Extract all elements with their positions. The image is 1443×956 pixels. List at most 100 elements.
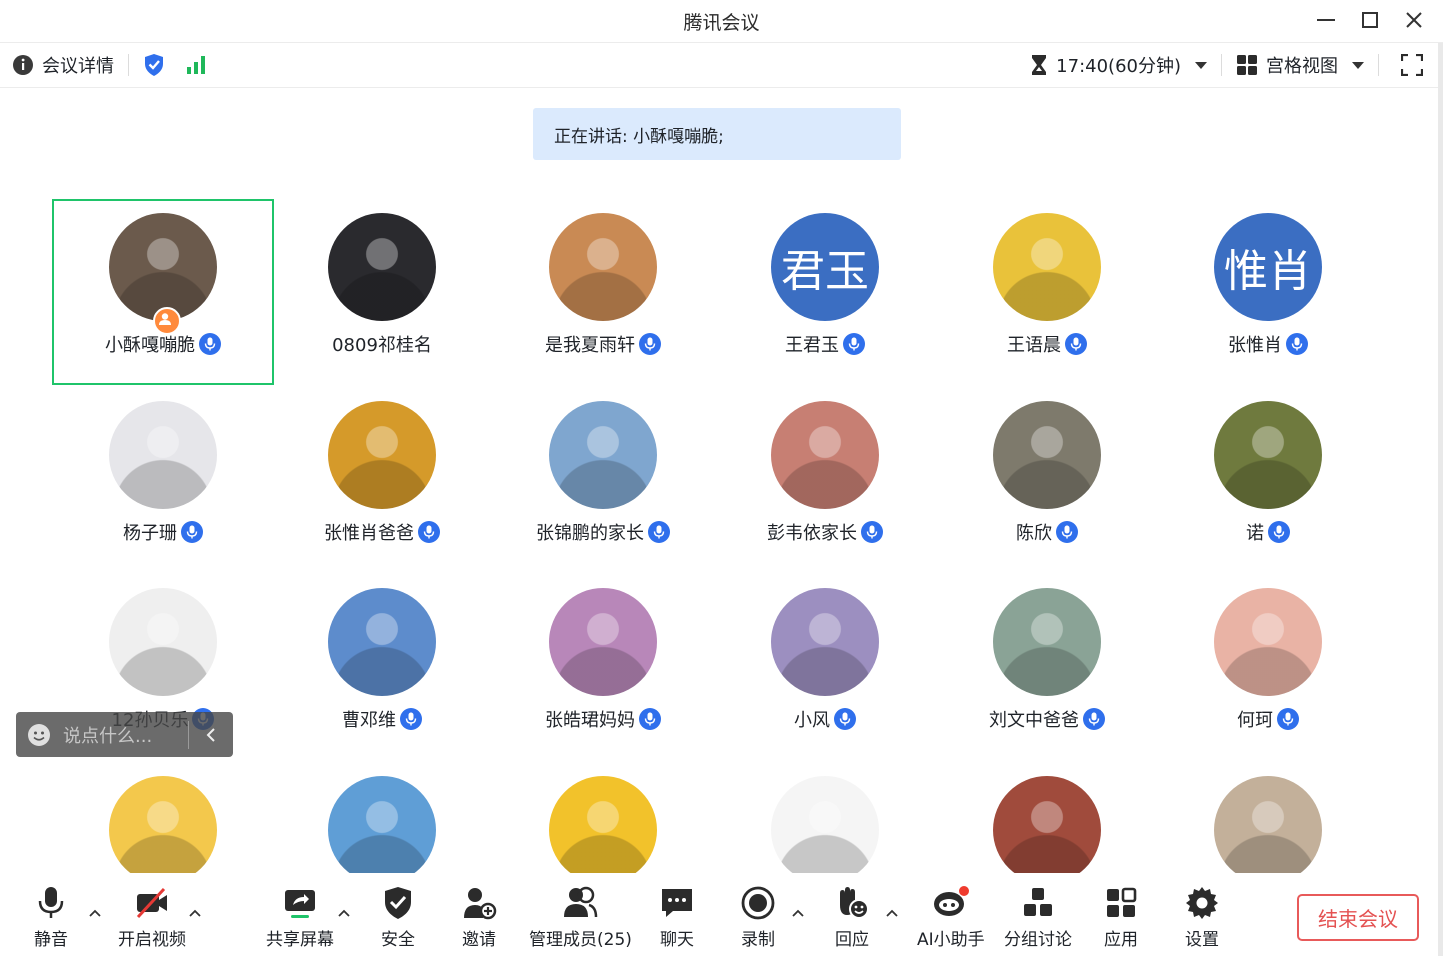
chevron-up-icon[interactable]	[188, 906, 202, 920]
settings-label: 设置	[1185, 930, 1219, 950]
minimize-button[interactable]	[1310, 6, 1342, 34]
signal-strength-icon[interactable]	[185, 54, 207, 76]
participant-tile[interactable]: 小酥嘎嘣脆	[52, 199, 274, 385]
chevron-up-icon[interactable]	[337, 906, 351, 920]
members-icon	[564, 886, 598, 918]
maximize-button[interactable]	[1354, 6, 1386, 34]
participant-tile[interactable]: 0809祁桂名	[271, 199, 493, 385]
participant-tile[interactable]: 君玉王君玉	[714, 199, 936, 385]
participant-name-row: 小风	[714, 706, 936, 732]
chat-button[interactable]: 聊天	[659, 885, 695, 950]
avatar	[1214, 776, 1322, 884]
mute-button[interactable]: 静音	[33, 885, 69, 950]
participant-name-row: 张皓珺妈妈	[492, 706, 714, 732]
participant-tile[interactable]: 张惟肖爸爸	[271, 387, 493, 573]
microphone-status-icon	[834, 708, 856, 730]
ai-assistant-button[interactable]: AI小助手	[917, 885, 985, 950]
microphone-status-icon	[861, 521, 883, 543]
window-title: 腾讯会议	[683, 12, 760, 34]
chevron-up-icon[interactable]	[88, 906, 102, 920]
manage-members-button[interactable]: 管理成员(25)	[529, 885, 632, 950]
close-button[interactable]	[1398, 6, 1430, 34]
participant-tile[interactable]: 何珂	[1157, 574, 1379, 760]
participant-name-row: 王语晨	[936, 331, 1158, 357]
end-meeting-button[interactable]: 结束会议	[1297, 894, 1419, 941]
participant-tile[interactable]: 王语晨	[936, 199, 1158, 385]
participant-name-row: 陈欣	[936, 519, 1158, 545]
security-button[interactable]: 安全	[380, 885, 416, 950]
view-mode-selector[interactable]: 宫格视图	[1236, 52, 1364, 78]
participant-name: 是我夏雨轩	[545, 335, 635, 356]
quick-chat-box[interactable]: 说点什么...	[16, 712, 233, 757]
participant-tile[interactable]: 惟肖 张惟肖	[1157, 199, 1379, 385]
chevron-up-icon[interactable]	[791, 906, 805, 920]
chevron-up-icon[interactable]	[885, 906, 899, 920]
avatar	[549, 213, 657, 321]
divider	[1221, 54, 1222, 76]
apps-button[interactable]: 应用	[1103, 885, 1139, 950]
ai-assistant-label: AI小助手	[917, 930, 985, 950]
microphone-status-icon	[418, 521, 440, 543]
react-button[interactable]: 回应	[834, 885, 870, 950]
avatar	[771, 588, 879, 696]
participant-name: 小酥嘎嘣脆	[105, 335, 195, 356]
hand-emoji-icon	[840, 887, 869, 919]
avatar	[993, 588, 1101, 696]
chevron-down-icon	[1352, 61, 1364, 69]
settings-button[interactable]: 设置	[1184, 885, 1220, 950]
participant-tile[interactable]: 诺	[1157, 387, 1379, 573]
breakout-rooms-icon	[1024, 888, 1052, 916]
participant-tile[interactable]: 是我夏雨轩	[492, 199, 714, 385]
participant-tile[interactable]: 杨子珊	[52, 387, 274, 573]
participant-name-row: 彭韦依家长	[714, 519, 936, 545]
participant-name: 刘文中爸爸	[989, 710, 1079, 731]
share-screen-icon	[285, 890, 315, 918]
participant-tile[interactable]: 曹邓维	[271, 574, 493, 760]
view-mode-label: 宫格视图	[1266, 56, 1338, 77]
record-button[interactable]: 录制	[740, 885, 776, 950]
avatar	[109, 776, 217, 884]
meeting-info-bar: 会议详情 17:40(60分钟) 宫格视图	[0, 43, 1443, 88]
avatar	[328, 213, 436, 321]
add-user-icon	[464, 888, 497, 920]
chat-label: 聊天	[660, 930, 694, 950]
chat-input-placeholder[interactable]: 说点什么...	[63, 722, 188, 748]
meeting-toolbar: 静音 开启视频 共享屏幕 安全 邀请 管理成员(25) 聊天 录制 回应 AI小…	[0, 873, 1443, 956]
participant-name: 张锦鹏的家长	[536, 523, 644, 544]
microphone-status-icon	[843, 333, 865, 355]
hourglass-icon	[1032, 55, 1047, 75]
start-video-button[interactable]: 开启视频	[118, 885, 186, 950]
participant-name: 王君玉	[785, 335, 839, 356]
participant-name-row: 小酥嘎嘣脆	[54, 331, 272, 357]
share-screen-button[interactable]: 共享屏幕	[266, 885, 334, 950]
chevron-down-icon	[1195, 61, 1207, 69]
participant-tile[interactable]: 小风	[714, 574, 936, 760]
security-shield-icon[interactable]	[143, 53, 165, 77]
participant-tile[interactable]: 陈欣	[936, 387, 1158, 573]
collapse-chat-button[interactable]	[189, 727, 233, 743]
avatar	[771, 776, 879, 884]
participant-tile[interactable]: 张皓珺妈妈	[492, 574, 714, 760]
participant-name-row: 诺	[1157, 519, 1379, 545]
emoji-icon[interactable]	[27, 723, 51, 747]
apps-icon	[1107, 887, 1137, 917]
participant-name: 诺	[1246, 523, 1264, 544]
invite-button[interactable]: 邀请	[461, 885, 497, 950]
meeting-details-label: 会议详情	[42, 56, 114, 77]
divider	[128, 54, 129, 76]
meeting-timer[interactable]: 17:40(60分钟)	[1030, 52, 1207, 78]
record-icon	[741, 886, 775, 920]
avatar: 君玉	[771, 213, 879, 321]
active-speaker-banner: 正在讲话: 小酥嘎嘣脆;	[533, 108, 901, 160]
participant-name-row: 张惟肖爸爸	[271, 519, 493, 545]
fullscreen-icon[interactable]	[1401, 54, 1423, 76]
participant-tile[interactable]: 张锦鹏的家长	[492, 387, 714, 573]
participant-tile[interactable]: 刘文中爸爸	[936, 574, 1158, 760]
meeting-details-button[interactable]: 会议详情	[12, 52, 114, 78]
participant-tile[interactable]: 彭韦依家长	[714, 387, 936, 573]
scrollbar[interactable]	[1438, 43, 1443, 956]
close-icon	[1406, 12, 1422, 28]
avatar	[328, 776, 436, 884]
microphone-status-icon	[1268, 521, 1290, 543]
breakout-button[interactable]: 分组讨论	[1004, 885, 1072, 950]
